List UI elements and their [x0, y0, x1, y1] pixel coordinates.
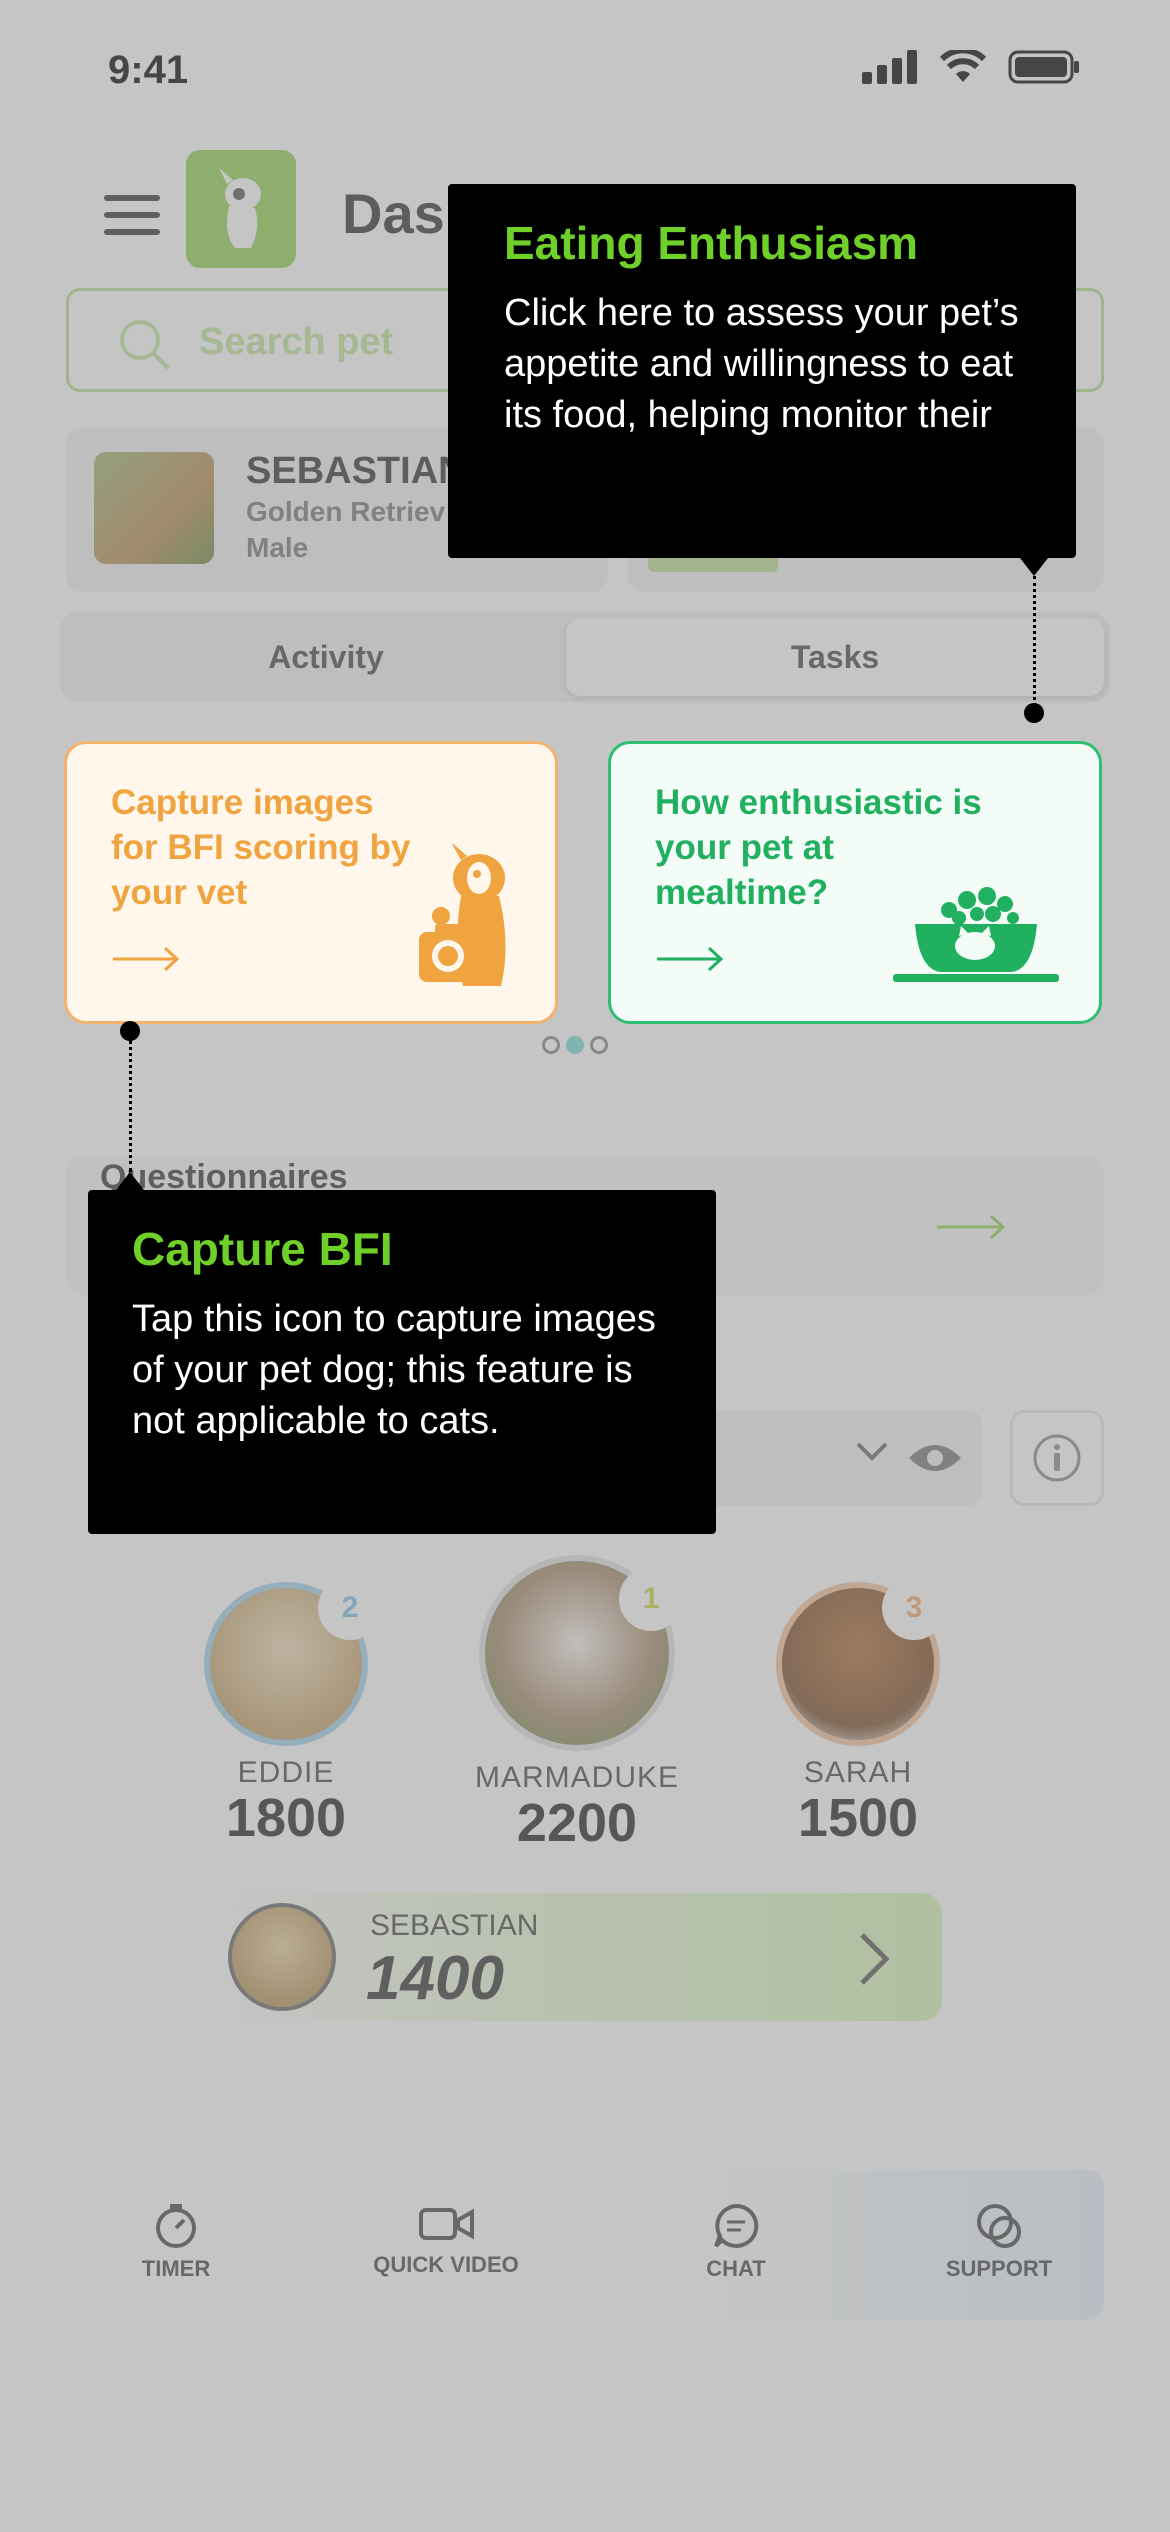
tooltip-eating-enthusiasm[interactable]: Eating Enthusiasm Click here to assess y… — [448, 184, 1076, 576]
carousel-indicator — [542, 1036, 608, 1054]
tooltip-capture-bfi[interactable]: Capture BFI Tap this icon to capture ima… — [88, 1172, 716, 1534]
app-screen: 9:41 — [0, 0, 1170, 2532]
carousel-dot[interactable] — [590, 1036, 608, 1054]
tooltip-title: Eating Enthusiasm — [504, 217, 919, 269]
tooltip-anchor — [1024, 703, 1044, 723]
tooltip-connector — [129, 1040, 132, 1172]
tooltip-connector — [1033, 576, 1036, 706]
carousel-dot-active[interactable] — [566, 1036, 584, 1054]
tooltip-pointer — [1020, 558, 1048, 576]
eating-enthusiasm-card[interactable]: How enthusiastic is your pet at mealtime… — [608, 741, 1102, 1024]
tooltip-title: Capture BFI — [132, 1223, 393, 1275]
food-bowl-icon — [893, 887, 1059, 982]
tooltip-body: Click here to assess your pet’s appetite… — [504, 292, 1019, 436]
arrow-right-icon — [113, 946, 180, 972]
arrow-right-icon — [657, 946, 724, 972]
capture-bfi-card[interactable]: Capture images for BFI scoring by your v… — [64, 741, 558, 1024]
capture-bfi-text: Capture images for BFI scoring by your v… — [111, 783, 411, 912]
carousel-dot[interactable] — [542, 1036, 560, 1054]
dog-camera-icon — [419, 844, 506, 986]
tooltip-anchor — [120, 1021, 140, 1041]
tooltip-pointer — [116, 1172, 144, 1190]
tooltip-body: Tap this icon to capture images of your … — [132, 1298, 656, 1442]
